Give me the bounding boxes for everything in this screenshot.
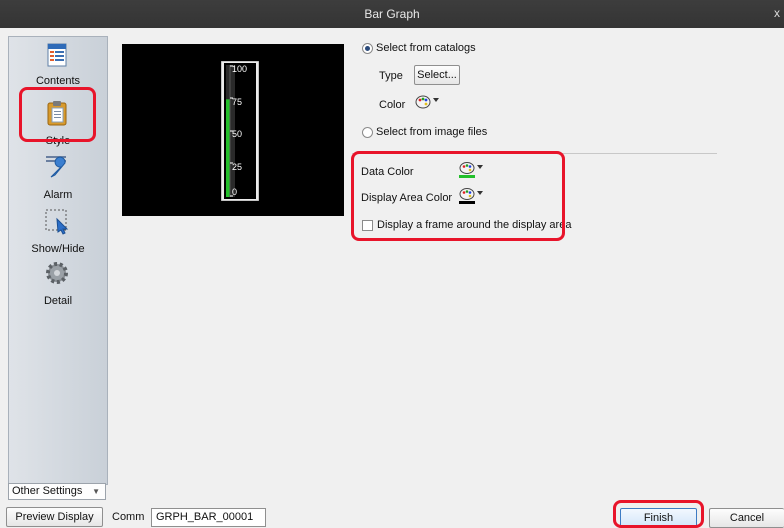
close-icon[interactable]: x bbox=[774, 6, 780, 20]
bar-fill bbox=[226, 99, 230, 197]
catalog-radio-label: Select from catalogs bbox=[376, 42, 476, 54]
show-hide-icon bbox=[45, 209, 69, 235]
other-settings-button[interactable]: Other Settings ▼ bbox=[8, 483, 106, 500]
scale-tick-0: 0 bbox=[232, 187, 237, 197]
scale-tick-75: 75 bbox=[232, 97, 242, 107]
preview-area: 100 75 50 25 0 bbox=[122, 44, 344, 216]
image-files-radio[interactable] bbox=[362, 127, 373, 138]
cancel-button[interactable]: Cancel bbox=[709, 508, 784, 528]
sidebar-item-label: Show/Hide bbox=[31, 243, 85, 255]
bar-graph-preview: 100 75 50 25 0 bbox=[221, 61, 259, 201]
title-bar: Bar Graph x bbox=[0, 0, 784, 28]
finish-highlight bbox=[613, 500, 704, 528]
sidebar-item-detail[interactable]: Detail bbox=[9, 255, 107, 309]
sidebar-item-alarm[interactable]: Alarm bbox=[9, 153, 107, 203]
scale-tick-25: 25 bbox=[232, 162, 242, 172]
wrench-icon bbox=[46, 156, 66, 178]
dropdown-arrow-icon bbox=[433, 98, 439, 102]
contents-icon bbox=[47, 43, 67, 67]
catalog-radio[interactable] bbox=[362, 43, 373, 54]
color-picker-button[interactable] bbox=[415, 94, 439, 112]
comm-label: Comm bbox=[112, 511, 145, 523]
sidebar-item-show-hide[interactable]: Show/Hide bbox=[9, 203, 107, 259]
palette-icon bbox=[415, 95, 431, 109]
sidebar-item-label: Contents bbox=[35, 75, 81, 87]
other-settings-label: Other Settings bbox=[12, 485, 83, 497]
color-label: Color bbox=[379, 99, 406, 111]
image-files-radio-label: Select from image files bbox=[376, 126, 488, 138]
select-button[interactable]: Select... bbox=[414, 65, 460, 85]
color-settings-highlight bbox=[351, 151, 565, 241]
dialog-body: Contents Style Alarm Show/Hide Detail Ot… bbox=[0, 28, 784, 528]
window-title: Bar Graph bbox=[364, 7, 420, 21]
sidebar-item-label: Alarm bbox=[43, 189, 73, 201]
style-highlight bbox=[19, 87, 96, 142]
sidebar-item-label: Detail bbox=[43, 295, 73, 307]
scale-tick-50: 50 bbox=[232, 129, 242, 139]
scale-tick-100: 100 bbox=[232, 64, 247, 74]
type-label: Type bbox=[379, 70, 403, 82]
preview-display-button[interactable]: Preview Display bbox=[6, 507, 103, 527]
comm-field[interactable]: GRPH_BAR_00001 bbox=[151, 508, 266, 527]
sidebar-item-contents[interactable]: Contents bbox=[9, 37, 107, 89]
chevron-down-icon: ▼ bbox=[92, 487, 100, 496]
gear-icon bbox=[46, 262, 68, 284]
